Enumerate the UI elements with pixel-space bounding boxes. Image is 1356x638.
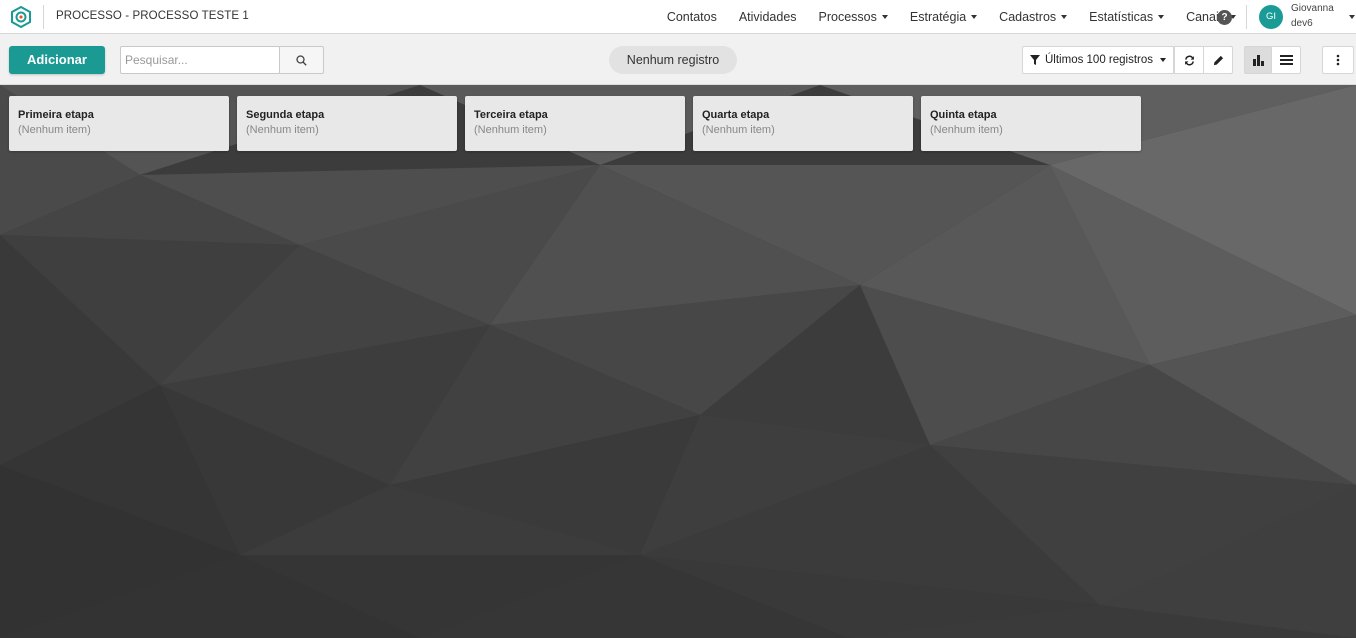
user-name[interactable]: Giovanna [1291, 3, 1334, 14]
list-icon [1279, 55, 1293, 65]
caret-down-icon [1158, 15, 1165, 19]
stage-title: Terceira etapa [474, 109, 548, 121]
edit-button[interactable] [1203, 46, 1233, 74]
bar-chart-icon [1252, 55, 1264, 66]
user-subtitle[interactable]: dev6 [1291, 18, 1313, 29]
refresh-icon [1184, 55, 1194, 65]
pencil-icon [1213, 55, 1223, 65]
toolbar: Adicionar Nenhum registro Últimos 100 re… [0, 34, 1356, 85]
caret-down-icon [971, 15, 978, 19]
avatar[interactable]: GI [1259, 5, 1283, 29]
top-navbar: PROCESSO - PROCESSO TESTE 1 Contatos Ati… [0, 0, 1356, 34]
search-button[interactable] [279, 46, 324, 74]
filter-dropdown[interactable]: Últimos 100 registros [1022, 46, 1174, 74]
stage-title: Quinta etapa [930, 109, 997, 121]
kanban-board: Primeira etapa (Nenhum item) Segunda eta… [0, 85, 1356, 638]
more-options-button[interactable] [1322, 46, 1354, 74]
search-input[interactable] [120, 46, 280, 74]
process-title: PROCESSO - PROCESSO TESTE 1 [56, 10, 249, 22]
stage-empty-text: (Nenhum item) [930, 124, 1003, 136]
add-button[interactable]: Adicionar [9, 46, 105, 74]
stage-column[interactable]: Quarta etapa (Nenhum item) [693, 96, 913, 151]
navbar-divider [1246, 5, 1247, 29]
menu-item-atividades[interactable]: Atividades [739, 10, 797, 24]
refresh-button[interactable] [1174, 46, 1204, 74]
stage-column[interactable]: Quinta etapa (Nenhum item) [921, 96, 1141, 151]
kanban-view-button[interactable] [1244, 46, 1272, 74]
navbar-divider [43, 5, 44, 29]
filter-icon [1030, 55, 1040, 65]
list-view-button[interactable] [1271, 46, 1301, 74]
stage-column[interactable]: Primeira etapa (Nenhum item) [9, 96, 229, 151]
stage-title: Quarta etapa [702, 109, 770, 121]
stage-empty-text: (Nenhum item) [246, 124, 319, 136]
caret-down-icon [1160, 58, 1167, 62]
stage-title: Segunda etapa [246, 109, 325, 121]
menu-item-estrategia[interactable]: Estratégia [910, 10, 978, 24]
stage-title: Primeira etapa [18, 109, 94, 121]
vertical-dots-icon [1336, 54, 1340, 66]
stage-column[interactable]: Terceira etapa (Nenhum item) [465, 96, 685, 151]
stage-column[interactable]: Segunda etapa (Nenhum item) [237, 96, 457, 151]
user-menu-caret-icon[interactable] [1349, 15, 1355, 19]
caret-down-icon [1061, 15, 1068, 19]
app-logo-icon[interactable] [10, 6, 32, 28]
menu-item-cadastros[interactable]: Cadastros [999, 10, 1068, 24]
stage-empty-text: (Nenhum item) [18, 124, 91, 136]
menu-item-contatos[interactable]: Contatos [667, 10, 717, 24]
question-circle-icon[interactable]: ? [1217, 10, 1232, 25]
menu-item-estatisticas[interactable]: Estatísticas [1089, 10, 1165, 24]
stage-empty-text: (Nenhum item) [474, 124, 547, 136]
menu-item-processos[interactable]: Processos [819, 10, 888, 24]
low-poly-background [0, 85, 1356, 638]
caret-down-icon [881, 15, 888, 19]
status-badge: Nenhum registro [609, 46, 737, 74]
stage-empty-text: (Nenhum item) [702, 124, 775, 136]
main-menu: Contatos Atividades Processos Estratégia… [645, 0, 1236, 34]
search-icon [296, 55, 307, 66]
